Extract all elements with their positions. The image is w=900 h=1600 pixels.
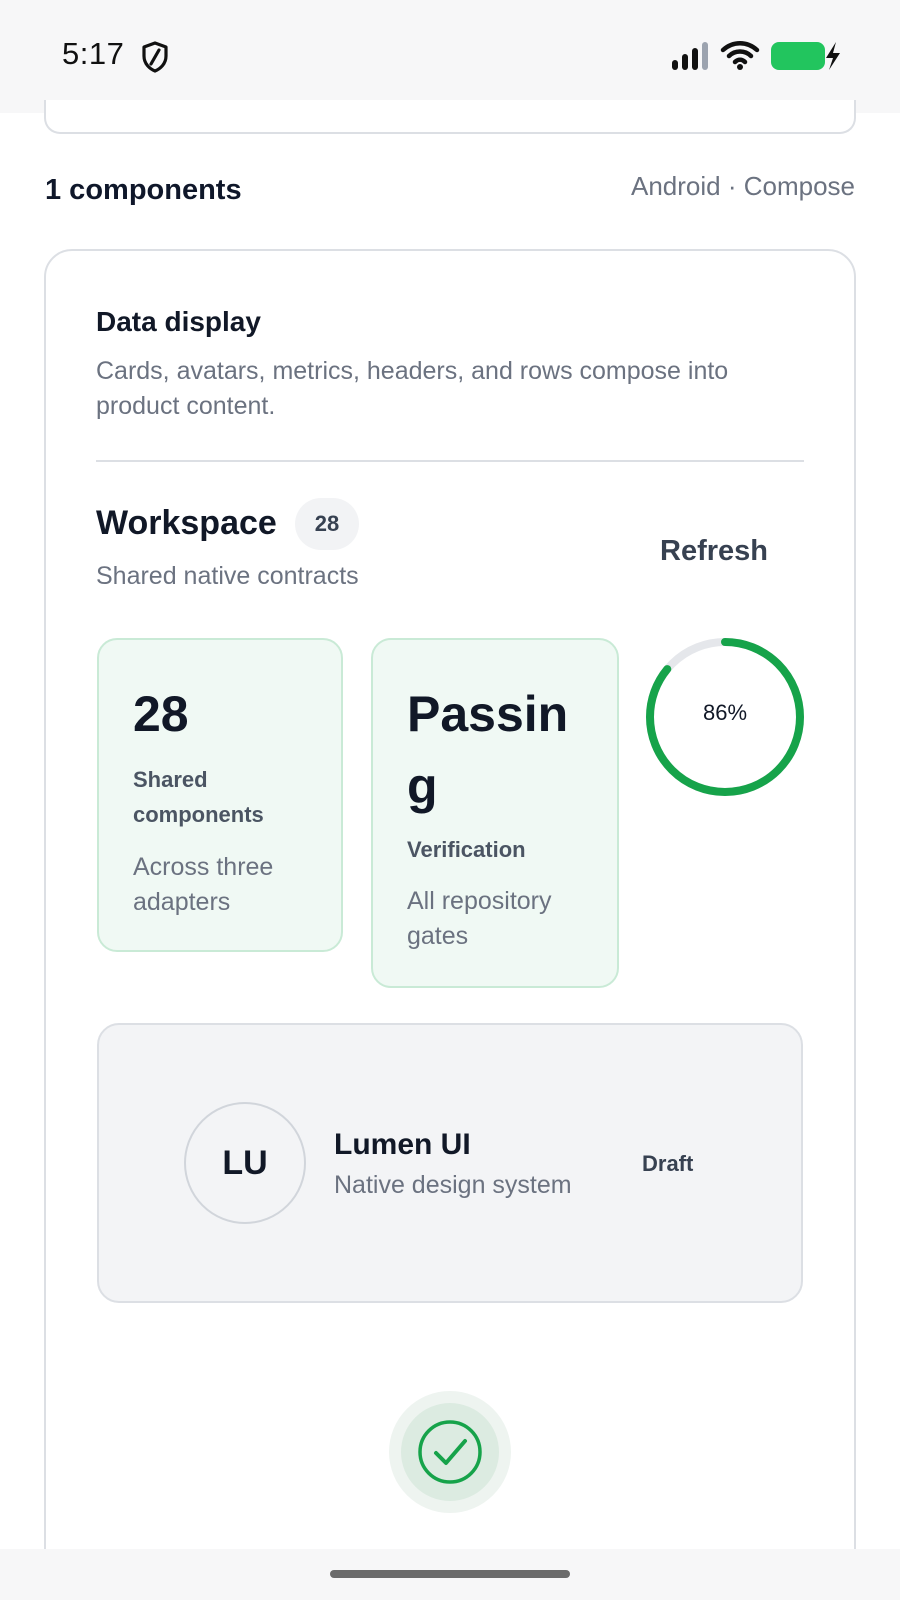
divider — [96, 460, 804, 462]
platform-label: Android · Compose — [631, 171, 855, 201]
card-title: Data display — [96, 306, 261, 337]
progress-label: 86% — [702, 700, 748, 725]
metric-label: Verification — [407, 837, 526, 862]
signal-icon — [672, 42, 708, 70]
metric-value: 28 — [133, 686, 189, 742]
card-description: Cards, avatars, metrics, headers, and ro… — [96, 357, 729, 420]
status-badge: Draft — [642, 1151, 694, 1176]
workspace-subtitle: Shared native contracts — [96, 562, 359, 590]
shield-icon — [142, 41, 168, 73]
wifi-icon — [720, 41, 760, 70]
home-indicator[interactable] — [330, 1570, 570, 1578]
metric-card: Passing Verification All repository gate… — [371, 638, 619, 988]
check-circle-icon — [418, 1420, 482, 1484]
refresh-button[interactable]: Refresh — [640, 526, 788, 576]
count-badge: 28 — [295, 498, 359, 550]
component-count: 1 components — [45, 174, 242, 206]
profile-name: Lumen UI — [334, 1128, 471, 1161]
profile-subtitle: Native design system — [334, 1171, 572, 1199]
metric-note: Across three adapters — [133, 853, 274, 916]
status-time: 5:17 — [62, 36, 125, 71]
workspace-title: Workspace — [96, 504, 277, 542]
battery-charging-icon — [771, 42, 840, 70]
metric-label: Shared components — [133, 767, 264, 827]
previous-card — [44, 100, 856, 134]
metric-note: All repository gates — [407, 887, 552, 950]
status-bar: 5:17 — [0, 0, 900, 113]
avatar: LU — [184, 1102, 306, 1224]
metric-value: Passing — [407, 686, 569, 814]
metric-card: 28 Shared components Across three adapte… — [97, 638, 343, 952]
